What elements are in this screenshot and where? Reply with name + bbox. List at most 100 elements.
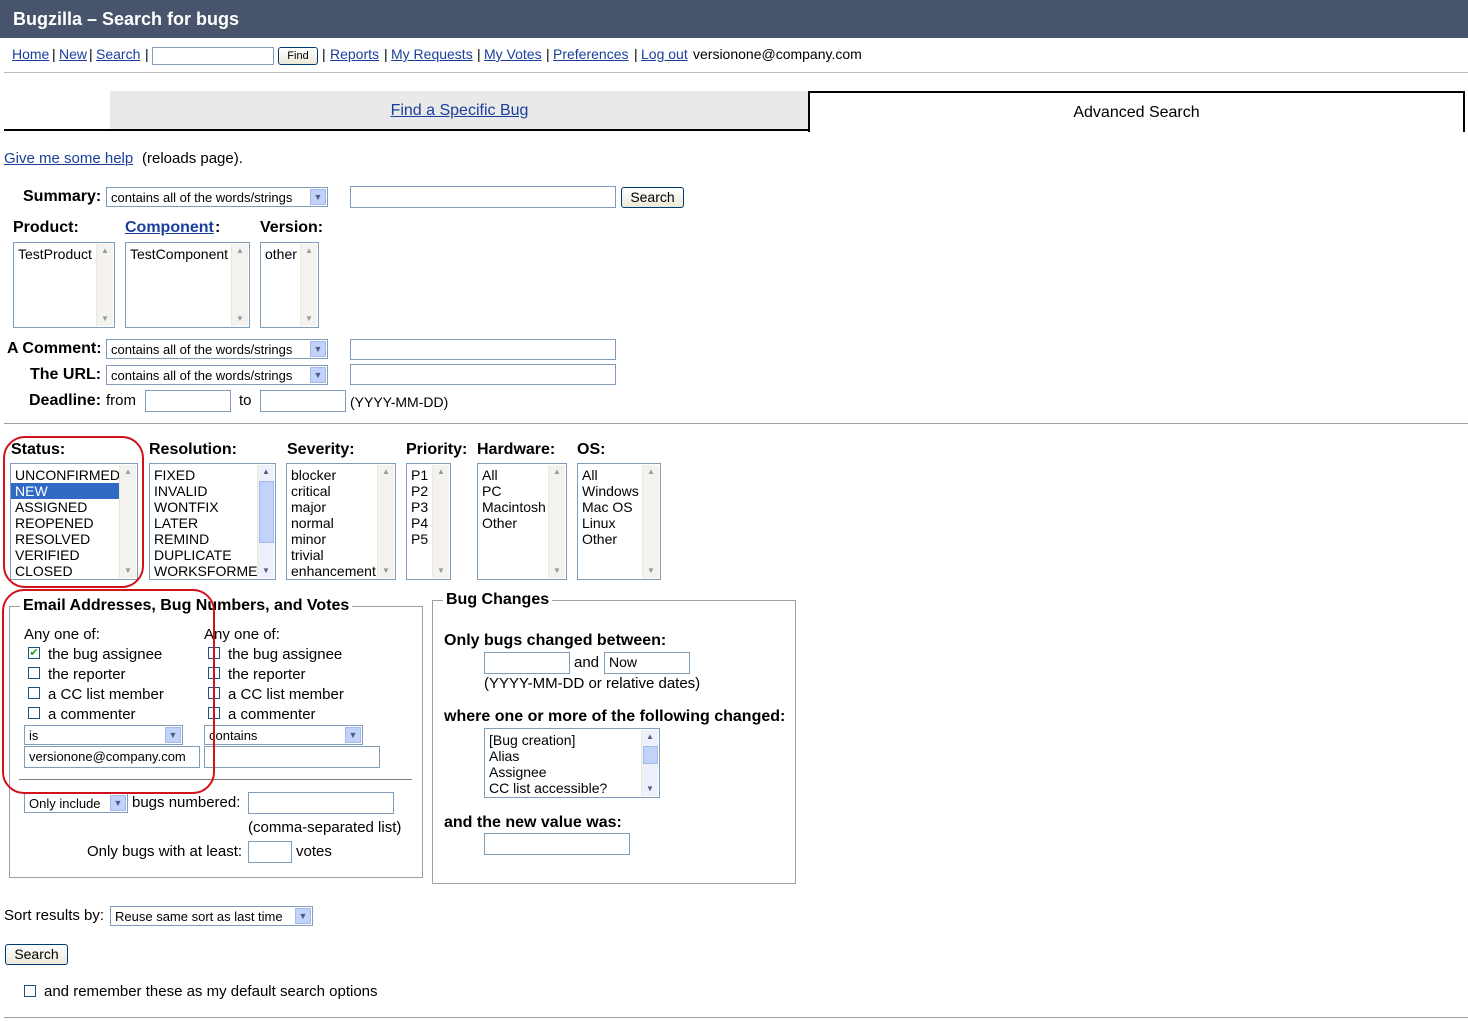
list-item[interactable]: Alias [485,748,659,764]
help-suffix: (reloads page). [142,150,243,167]
scroll-up-icon[interactable]: ▲ [258,465,274,479]
scrollbar[interactable]: ▲ ▼ [432,465,449,578]
bottom-divider [4,1017,1468,1018]
quick-search-input[interactable] [152,47,274,65]
nav-logout-link[interactable]: Log out [641,46,688,62]
os-listbox[interactable]: All Windows Mac OS Linux Other ▲ ▼ [577,463,661,580]
nav-reports-link[interactable]: Reports [330,46,379,62]
nav-search-link[interactable]: Search [96,46,140,62]
scrollbar[interactable]: ▲ ▼ [300,244,317,326]
scroll-up-icon[interactable]: ▲ [643,465,659,479]
scroll-down-icon[interactable]: ▼ [232,312,248,326]
comma-separated-hint: (comma-separated list) [248,819,402,836]
summary-operator-select[interactable]: contains all of the words/strings ▼ [106,187,328,207]
changed-fields-listbox[interactable]: [Bug creation] Alias Assignee CC list ac… [484,728,660,798]
bug-include-select[interactable]: Only include ▼ [24,793,128,813]
nav-my-votes-link[interactable]: My Votes [484,46,542,62]
nav-separator: | [322,46,326,62]
tab-find-specific-bug[interactable]: Find a Specific Bug [110,91,809,131]
version-listbox[interactable]: other ▲ ▼ [260,242,319,328]
new-value-input[interactable] [484,833,630,855]
comment-input[interactable] [350,339,616,360]
summary-input[interactable] [350,186,616,208]
summary-search-button[interactable]: Search [621,187,684,208]
chevron-down-icon: ▼ [110,795,126,811]
scrollbar[interactable]: ▲ ▼ [377,465,394,578]
nav-new-link[interactable]: New [59,46,87,62]
title-bar: Bugzilla – Search for bugs [0,0,1468,38]
scrollbar[interactable]: ▲ ▼ [231,244,248,326]
changed-to-input[interactable]: Now [604,652,690,674]
scrollbar[interactable]: ▲ ▼ [548,465,565,578]
changed-from-input[interactable] [484,652,570,674]
scroll-thumb[interactable] [643,746,658,764]
list-item[interactable]: [Bug creation] [485,732,659,748]
votes-input[interactable] [248,841,292,863]
bug-numbers-input[interactable] [248,792,394,814]
nav-my-requests-link[interactable]: My Requests [391,46,473,62]
scroll-down-icon[interactable]: ▼ [301,312,317,326]
url-operator-value: contains all of the words/strings [111,368,293,383]
chevron-down-icon: ▼ [310,189,326,205]
scroll-down-icon[interactable]: ▼ [643,564,659,578]
email2-value-input[interactable] [204,746,380,768]
scroll-down-icon[interactable]: ▼ [258,564,274,578]
scroll-up-icon[interactable]: ▲ [549,465,565,479]
changed-between-label: Only bugs changed between: [444,632,667,649]
chevron-down-icon: ▼ [295,908,311,924]
comment-operator-select[interactable]: contains all of the words/strings ▼ [106,339,328,359]
scroll-thumb[interactable] [259,481,274,543]
product-listbox[interactable]: TestProduct ▲ ▼ [13,242,115,328]
scrollbar[interactable]: ▲ ▼ [642,465,659,578]
nav-separator: | [89,46,93,62]
scroll-up-icon[interactable]: ▲ [642,730,658,744]
tab-find-specific-link[interactable]: Find a Specific Bug [391,102,529,119]
scroll-down-icon[interactable]: ▼ [549,564,565,578]
email2-operator-value: contains [209,728,258,743]
scroll-up-icon[interactable]: ▲ [433,465,449,479]
hardware-listbox[interactable]: All PC Macintosh Other ▲ ▼ [477,463,567,580]
divider [4,423,1468,424]
tab-advanced-search[interactable]: Advanced Search [808,91,1465,132]
scroll-up-icon[interactable]: ▲ [378,465,394,479]
list-item[interactable]: Assignee [485,764,659,780]
list-item[interactable]: CC list accessible? [485,780,659,796]
scroll-down-icon[interactable]: ▼ [97,312,113,326]
scrollbar[interactable]: ▲ ▼ [96,244,113,326]
scroll-up-icon[interactable]: ▲ [97,244,113,258]
scroll-down-icon[interactable]: ▼ [378,564,394,578]
url-operator-select[interactable]: contains all of the words/strings ▼ [106,365,328,385]
nav-preferences-link[interactable]: Preferences [553,46,628,62]
priority-listbox[interactable]: P1 P2 P3 P4 P5 ▲ ▼ [406,463,451,580]
component-link[interactable]: Component [125,219,214,237]
main-search-button[interactable]: Search [5,944,68,965]
resolution-listbox[interactable]: FIXED INVALID WONTFIX LATER REMIND DUPLI… [149,463,276,580]
sort-label: Sort results by: [4,907,105,924]
email2-commenter-label: a commenter [228,706,316,723]
scroll-down-icon[interactable]: ▼ [642,782,658,796]
deadline-from-input[interactable] [145,390,231,412]
changed-dates-hint: (YYYY-MM-DD or relative dates) [484,675,701,692]
changed-and-label: and [574,654,600,671]
scroll-down-icon[interactable]: ▼ [433,564,449,578]
nav-home-link[interactable]: Home [12,46,49,62]
scrollbar[interactable]: ▲ ▼ [257,465,274,578]
sort-select[interactable]: Reuse same sort as last time ▼ [110,906,313,926]
scroll-up-icon[interactable]: ▲ [301,244,317,258]
nav-separator: | [384,46,388,62]
email2-operator-select[interactable]: contains ▼ [204,725,363,745]
deadline-to-input[interactable] [260,390,346,412]
help-link[interactable]: Give me some help [4,150,133,167]
scroll-up-icon[interactable]: ▲ [232,244,248,258]
changed-fields-label: where one or more of the following chang… [444,708,786,725]
scrollbar[interactable]: ▲ ▼ [641,730,658,796]
url-input[interactable] [350,364,616,385]
remember-defaults-checkbox[interactable] [24,985,36,997]
email2-assignee-label: the bug assignee [228,646,343,663]
find-button[interactable]: Find [278,47,318,65]
component-listbox[interactable]: TestComponent ▲ ▼ [125,242,250,328]
version-label: Version: [260,219,324,236]
chevron-down-icon: ▼ [345,727,361,743]
severity-listbox[interactable]: blocker critical major normal minor triv… [286,463,396,580]
email2-reporter-label: the reporter [228,666,306,683]
